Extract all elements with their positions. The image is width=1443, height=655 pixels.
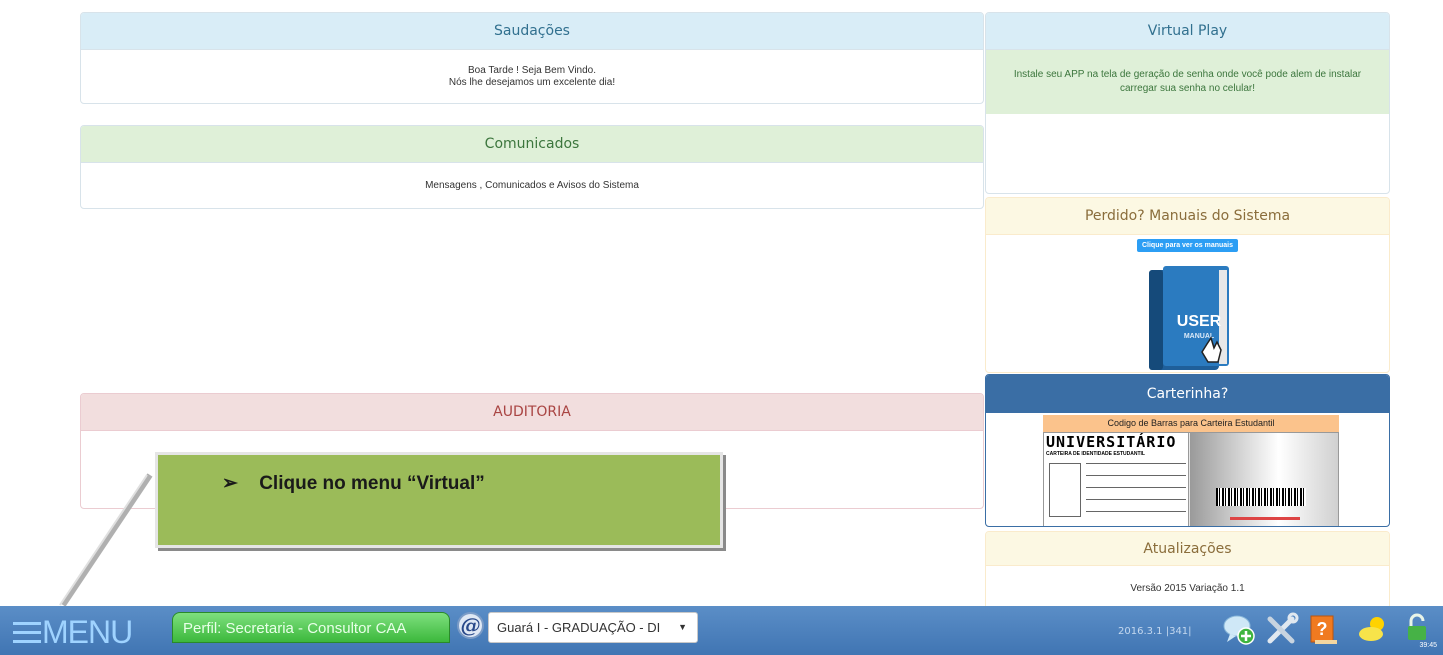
callout-pointer-line [59,473,153,607]
greeting-line-1: Boa Tarde ! Seja Bem Vindo. [467,65,597,76]
updates-panel: Atualizações Versão 2015 Variação 1.1 [985,531,1390,611]
student-card-panel: Carterinha? Codigo de Barras para Cartei… [985,374,1390,527]
greeting-panel: Saudações Boa Tarde ! Seja Bem Vindo. Nó… [80,12,984,104]
virtual-play-panel: Virtual Play Instale seu APP na tela de … [985,12,1390,194]
student-card-image[interactable]: Codigo de Barras para Carteira Estudanti… [1043,415,1339,526]
version-info: 2016.3.1 |341| [1118,626,1192,637]
announcements-title: Comunicados [81,126,983,163]
manuals-title: Perdido? Manuais do Sistema [986,198,1389,235]
card-subheading: CARTEIRA DE IDENTIDADE ESTUDANTIL [1046,451,1145,457]
audit-title: AUDITORIA [81,394,983,431]
profile-tab[interactable]: Perfil: Secretaria - Consultor CAA [172,612,450,643]
card-heading: UNIVERSITÁRIO [1046,433,1177,451]
svg-text:?: ? [1317,619,1328,639]
user-manual-book-icon[interactable]: USER MANUAL [1147,266,1233,373]
updates-title: Atualizações [986,532,1389,566]
session-timer: 39:45 [1419,642,1437,649]
manuals-panel: Perdido? Manuais do Sistema Clique para … [985,197,1390,373]
chat-add-icon[interactable] [1222,612,1256,646]
instruction-callout: ➢ Clique no menu “Virtual” [155,452,723,548]
book-title-1: USER [1177,313,1222,330]
virtual-play-title: Virtual Play [986,13,1389,50]
chevron-down-icon: ▼ [678,622,687,632]
announcements-panel: Comunicados Mensagens , Comunicados e Av… [80,125,984,209]
help-book-icon[interactable]: ? [1307,612,1341,646]
campus-select[interactable]: Guará I - GRADUAÇÃO - DI ▼ [488,612,698,643]
menu-hamburger-icon[interactable] [13,622,41,644]
view-manuals-button[interactable]: Clique para ver os manuais [1136,239,1239,252]
callout-text: Clique no menu “Virtual” [259,473,485,494]
student-card-caption: Codigo de Barras para Carteira Estudanti… [1043,415,1339,432]
greeting-line-2: Nós lhe desejamos um excelente dia! [448,77,616,88]
menu-button[interactable]: MENU [42,614,133,651]
taskbar: MENU Perfil: Secretaria - Consultor CAA … [0,606,1443,655]
lock-icon[interactable] [1405,612,1429,646]
virtual-at-icon[interactable]: @ [457,612,484,639]
callout-bullet-icon: ➢ [222,473,238,494]
tools-icon[interactable] [1265,612,1299,646]
version-text: Versão 2015 Variação 1.1 [1130,583,1245,594]
announcements-text: Mensagens , Comunicados e Avisos do Sist… [425,180,639,191]
weather-icon[interactable] [1357,612,1391,646]
campus-select-value: Guará I - GRADUAÇÃO - DI [497,620,661,635]
virtual-play-message: Instale seu APP na tela de geração de se… [986,50,1389,114]
greeting-title: Saudações [81,13,983,50]
student-card-title: Carterinha? [986,375,1389,413]
